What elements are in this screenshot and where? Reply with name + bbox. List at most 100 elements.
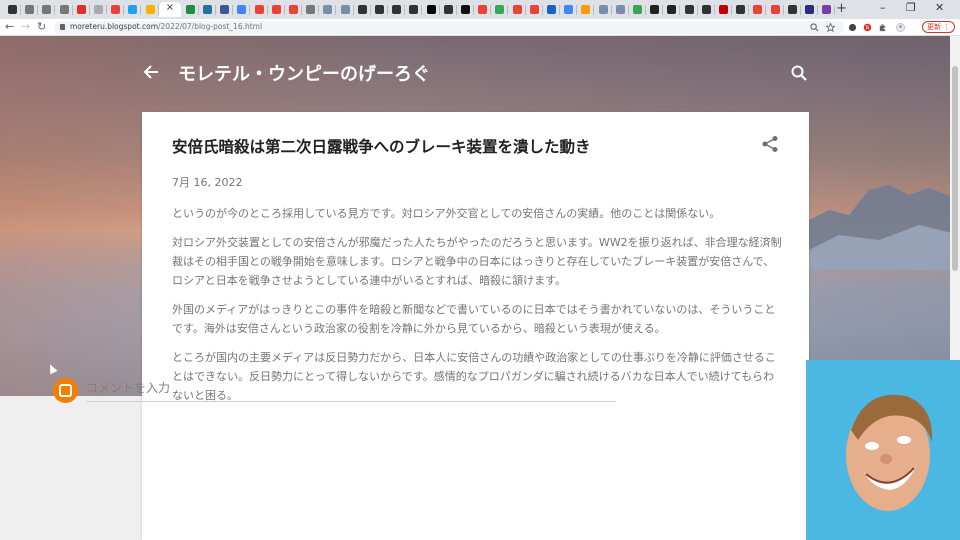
browser-tab[interactable]	[509, 2, 526, 17]
browser-tab[interactable]	[560, 2, 578, 17]
browser-tab[interactable]	[90, 2, 107, 17]
post-paragraph: というのが今のところ採用している見方です。対ロシア外交官としての安倍さんの実績。…	[172, 207, 721, 220]
maximize-button[interactable]: ❐	[906, 1, 916, 14]
browser-tab[interactable]	[405, 2, 423, 17]
browser-tab[interactable]	[251, 2, 268, 17]
browser-tab[interactable]	[302, 2, 320, 17]
browser-tab[interactable]	[21, 2, 39, 17]
tab-separator	[123, 5, 125, 15]
browser-tab[interactable]	[818, 2, 836, 17]
browser-tab[interactable]	[107, 2, 125, 17]
tab-separator	[157, 5, 159, 15]
search-icon[interactable]	[791, 65, 807, 81]
address-bar[interactable]: moreteru.blogspot.com/2022/07/blog-post_…	[54, 21, 844, 34]
browser-tab[interactable]	[216, 2, 234, 17]
browser-tab[interactable]	[124, 2, 142, 17]
webcam-overlay	[806, 360, 960, 540]
zoom-icon[interactable]	[810, 23, 819, 32]
tab-favicon-icon	[323, 5, 333, 14]
browser-tab[interactable]	[646, 2, 664, 17]
browser-tab[interactable]	[526, 2, 543, 17]
browser-tab[interactable]	[767, 2, 784, 17]
tab-favicon-icon	[145, 5, 155, 14]
browser-tab[interactable]	[56, 2, 73, 17]
browser-tab[interactable]	[732, 2, 750, 17]
back-nav-icon[interactable]: ←	[5, 20, 14, 33]
tab-favicon-icon	[185, 5, 195, 14]
browser-tab[interactable]	[38, 2, 56, 17]
browser-tab[interactable]	[491, 2, 509, 17]
scrollbar[interactable]	[950, 36, 960, 360]
browser-tab[interactable]	[388, 2, 406, 17]
browser-tab[interactable]	[182, 2, 199, 17]
blog-title[interactable]: モレテル・ウンピーのげーろぐ	[178, 60, 430, 86]
tab-favicon-icon	[822, 5, 832, 14]
update-button[interactable]: 更新 ⋮	[922, 21, 956, 33]
tab-favicon-icon	[271, 5, 281, 14]
browser-tab[interactable]	[715, 2, 732, 17]
tab-favicon-icon	[633, 5, 642, 14]
tab-separator	[438, 5, 440, 15]
forward-nav-icon[interactable]: →	[21, 20, 30, 33]
browser-tab[interactable]	[142, 2, 159, 17]
browser-tab[interactable]	[337, 2, 354, 17]
browser-tab[interactable]	[663, 2, 681, 17]
browser-tab[interactable]	[233, 2, 251, 17]
tab-active[interactable]: ×	[158, 2, 181, 17]
browser-tab[interactable]	[319, 2, 337, 17]
browser-tab[interactable]	[595, 2, 612, 17]
share-icon[interactable]	[761, 135, 779, 153]
tab-separator	[421, 5, 423, 15]
browser-tab[interactable]	[73, 2, 90, 17]
tab-favicon-icon	[392, 5, 402, 14]
browser-tab[interactable]	[801, 2, 818, 17]
browser-tab[interactable]	[371, 2, 388, 17]
tab-favicon-icon	[770, 5, 780, 14]
tab-favicon-icon	[547, 5, 556, 14]
close-window-button[interactable]: ✕	[935, 1, 944, 14]
tab-separator	[524, 5, 526, 15]
tab-separator	[593, 5, 595, 15]
browser-tab[interactable]	[577, 2, 595, 17]
tab-favicon-icon	[736, 5, 746, 14]
browser-tab[interactable]	[681, 2, 698, 17]
browser-tab[interactable]	[474, 2, 492, 17]
browser-tab[interactable]	[440, 2, 457, 17]
browser-tab[interactable]	[268, 2, 285, 17]
tab-separator	[197, 5, 199, 15]
browser-tab[interactable]	[612, 2, 629, 17]
scrollbar-thumb[interactable]	[952, 66, 958, 271]
tab-separator	[37, 5, 39, 15]
extension-red-icon[interactable]: R	[863, 23, 872, 32]
back-arrow-icon[interactable]	[142, 62, 162, 82]
new-tab-button[interactable]: +	[836, 1, 847, 16]
tab-favicon-icon	[529, 5, 539, 14]
browser-tab[interactable]	[285, 2, 302, 17]
reload-icon[interactable]: ↻	[37, 20, 46, 33]
browser-tab[interactable]	[199, 2, 216, 17]
profile-icon[interactable]	[896, 23, 905, 32]
browser-tab[interactable]	[698, 2, 715, 17]
puzzle-icon[interactable]	[878, 23, 887, 32]
browser-tab[interactable]	[629, 2, 646, 17]
tab-separator	[645, 5, 646, 15]
tab-favicon-icon	[564, 5, 574, 14]
tab-close-icon[interactable]: ×	[166, 2, 174, 13]
tab-separator	[765, 5, 767, 15]
extension-icon[interactable]	[848, 23, 857, 32]
tab-separator	[232, 5, 234, 15]
comment-input[interactable]: コメントを入力	[86, 378, 616, 402]
browser-tab[interactable]	[354, 2, 371, 17]
minimize-button[interactable]: –	[880, 1, 886, 14]
browser-tab[interactable]	[543, 2, 560, 17]
tab-separator	[404, 5, 406, 15]
tab-favicon-icon	[8, 5, 17, 14]
bookmark-star-icon[interactable]	[826, 23, 835, 32]
tab-separator	[335, 5, 337, 15]
browser-tab[interactable]	[457, 2, 474, 17]
browser-tab[interactable]	[423, 2, 440, 17]
url-path: /2022/07/blog-post_16.html	[158, 22, 263, 31]
browser-tab[interactable]	[749, 2, 767, 17]
browser-tab[interactable]	[784, 2, 801, 17]
browser-tab[interactable]	[4, 2, 21, 17]
